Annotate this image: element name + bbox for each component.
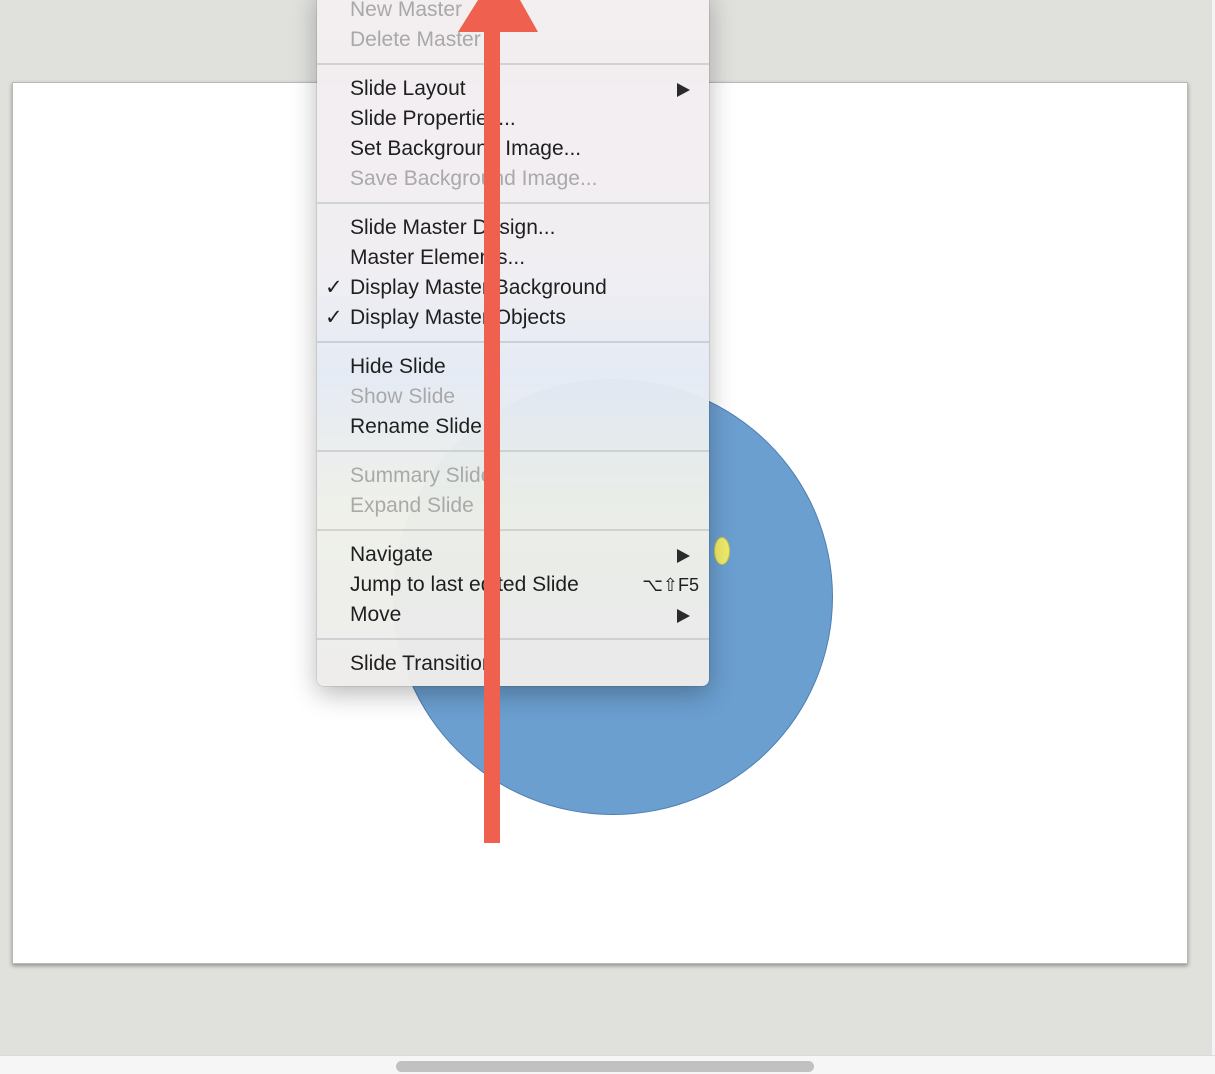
menu-separator (317, 63, 709, 65)
menu-item-display-master-background[interactable]: ✓ Display Master Background (317, 273, 709, 303)
menu-item-save-background-image[interactable]: Save Background Image... (317, 164, 709, 194)
menu-separator (317, 202, 709, 204)
checkmark-icon: ✓ (325, 306, 343, 329)
menu-item-slide-layout[interactable]: Slide Layout (317, 74, 709, 104)
menu-item-move[interactable]: Move (317, 600, 709, 630)
menu-item-new-master[interactable]: New Master (317, 0, 709, 25)
menu-item-expand-slide[interactable]: Expand Slide (317, 491, 709, 521)
horizontal-scrollbar[interactable] (0, 1055, 1215, 1074)
menu-separator (317, 450, 709, 452)
menu-item-slide-master-design[interactable]: Slide Master Design... (317, 213, 709, 243)
menu-item-rename-slide[interactable]: Rename Slide (317, 412, 709, 442)
horizontal-scrollbar-thumb[interactable] (396, 1061, 814, 1072)
menu-item-label: Slide Layout (350, 77, 466, 100)
menu-item-label: Delete Master (350, 28, 481, 51)
menu-item-label: Display Master Background (350, 276, 607, 299)
menu-separator (317, 341, 709, 343)
menu-item-label: Set Background Image... (350, 137, 582, 160)
shape-resize-handle[interactable] (714, 537, 730, 565)
menu-separator (317, 529, 709, 531)
menu-item-hide-slide[interactable]: Hide Slide (317, 352, 709, 382)
checkmark-icon: ✓ (325, 276, 343, 299)
menu-item-label: Move (350, 603, 402, 626)
menu-item-master-elements[interactable]: Master Elements... (317, 243, 709, 273)
menu-item-label: Slide Transition (350, 652, 494, 675)
keyboard-shortcut: ⌥⇧F5 (642, 575, 699, 595)
menu-item-summary-slide[interactable]: Summary Slide (317, 461, 709, 491)
menu-item-label: Master Elements... (350, 246, 526, 269)
menu-item-label: New Master (350, 0, 463, 21)
menu-item-slide-transition[interactable]: Slide Transition (317, 649, 709, 679)
menu-item-label: Navigate (350, 543, 433, 566)
menu-item-jump-to-last-edited-slide[interactable]: Jump to last edited Slide ⌥⇧F5 (317, 570, 709, 600)
menu-item-label: Display Master Objects (350, 306, 566, 329)
menu-item-label: Save Background Image... (350, 167, 598, 190)
submenu-arrow-icon (677, 83, 690, 97)
slide-context-menu: New Master Delete Master Slide Layout Sl… (317, 0, 709, 686)
menu-item-label: Show Slide (350, 385, 456, 408)
submenu-arrow-icon (677, 549, 690, 563)
menu-item-label: Jump to last edited Slide (350, 573, 579, 596)
menu-item-label: Hide Slide (350, 355, 446, 378)
menu-item-delete-master[interactable]: Delete Master (317, 25, 709, 55)
menu-item-label: Expand Slide (350, 494, 474, 517)
submenu-arrow-icon (677, 609, 690, 623)
menu-item-display-master-objects[interactable]: ✓ Display Master Objects (317, 303, 709, 333)
menu-item-show-slide[interactable]: Show Slide (317, 382, 709, 412)
menu-item-set-background-image[interactable]: Set Background Image... (317, 134, 709, 164)
menu-item-label: Rename Slide (350, 415, 482, 438)
menu-item-label: Slide Master Design... (350, 216, 556, 239)
menu-item-label: Summary Slide (350, 464, 493, 487)
menu-item-slide-properties[interactable]: Slide Properties... (317, 104, 709, 134)
menu-item-navigate[interactable]: Navigate (317, 540, 709, 570)
menu-item-label: Slide Properties... (350, 107, 516, 130)
menu-separator (317, 638, 709, 640)
